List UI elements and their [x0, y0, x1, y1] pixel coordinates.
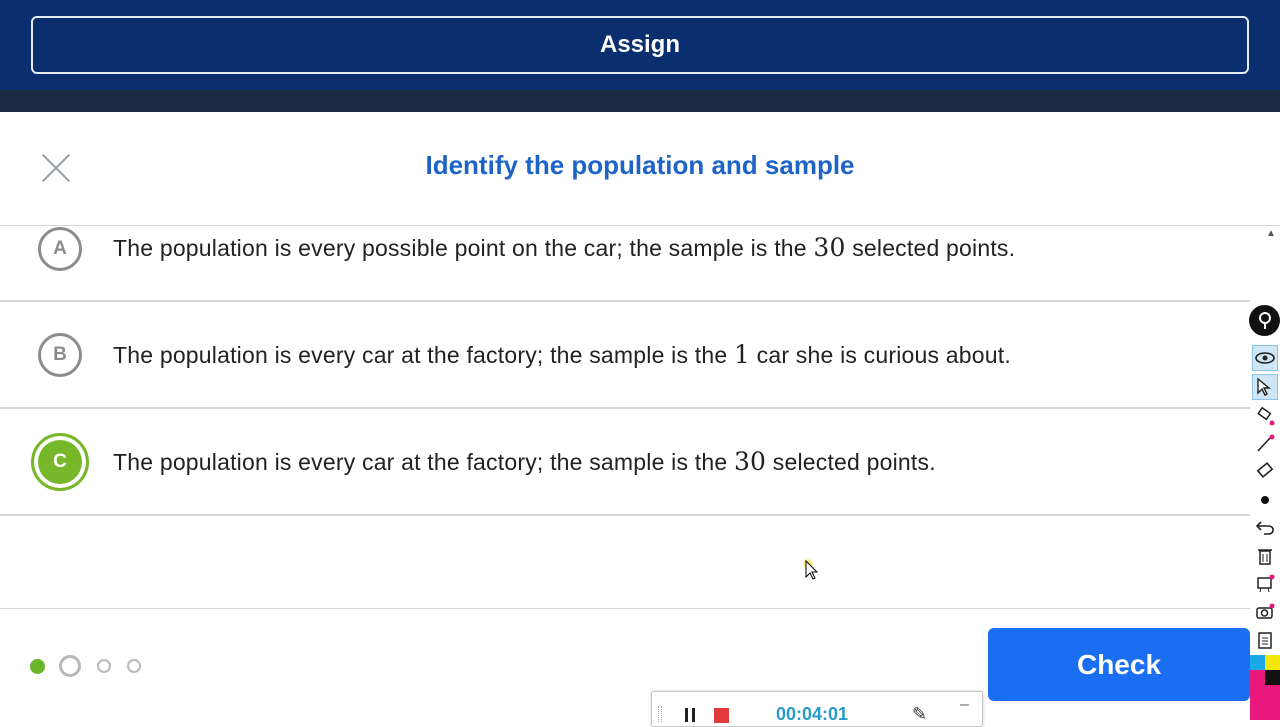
color-swatch-magenta[interactable] — [1250, 670, 1265, 685]
progress-dot — [97, 659, 111, 673]
option-text-before: The population is every possible point o… — [113, 235, 807, 261]
option-number: 30 — [813, 233, 846, 262]
camera-icon[interactable] — [1252, 599, 1278, 625]
answer-option-a[interactable]: A The population is every possible point… — [0, 227, 1250, 302]
pointer-icon[interactable] — [1252, 374, 1278, 400]
option-number: 1 — [733, 340, 751, 369]
assign-button[interactable]: Assign — [31, 16, 1249, 74]
notes-icon[interactable] — [1252, 627, 1278, 653]
pen-icon[interactable] — [1252, 431, 1278, 457]
answer-option-b[interactable]: B The population is every car at the fac… — [0, 302, 1250, 409]
answer-options: A The population is every possible point… — [0, 227, 1250, 516]
option-text-after: selected points. — [772, 449, 936, 475]
modal-title: Identify the population and sample — [425, 150, 855, 180]
pin-icon[interactable] — [1249, 305, 1280, 336]
eye-icon[interactable] — [1252, 345, 1278, 371]
progress-dot — [59, 655, 81, 677]
pen-icon[interactable]: ✎ — [912, 704, 927, 725]
option-letter-b[interactable]: B — [38, 332, 82, 377]
modal-header: Identify the population and sample — [0, 112, 1280, 226]
option-text-after: car she is curious about. — [756, 342, 1011, 368]
option-text-a: The population is every possible point o… — [113, 233, 1015, 262]
whiteboard-icon[interactable] — [1252, 571, 1278, 597]
option-text-b: The population is every car at the facto… — [113, 340, 1011, 369]
option-letter-a[interactable]: A — [38, 227, 82, 271]
option-text-c: The population is every car at the facto… — [113, 447, 936, 476]
color-swatch-pink[interactable] — [1250, 685, 1280, 720]
option-text-after: selected points. — [852, 235, 1016, 261]
scroll-up-arrow-icon[interactable]: ▲ — [1266, 228, 1276, 239]
check-button[interactable]: Check — [988, 628, 1250, 701]
eraser-icon[interactable] — [1252, 458, 1278, 484]
answer-option-c[interactable]: C The population is every car at the fac… — [0, 409, 1250, 516]
divider-strip — [0, 90, 1280, 112]
option-number: 30 — [733, 447, 767, 476]
mouse-cursor-icon — [803, 559, 819, 580]
option-letter-c-selected[interactable]: C — [31, 432, 89, 491]
screen-recorder-widget: 00:04:01 ✎ – — [651, 691, 983, 727]
top-bar: Assign — [0, 0, 1280, 90]
color-swatch-yellow[interactable] — [1265, 655, 1280, 670]
color-swatch-black[interactable] — [1265, 670, 1280, 685]
minimize-icon[interactable]: – — [960, 696, 969, 714]
progress-dot — [127, 659, 141, 673]
undo-icon[interactable] — [1252, 514, 1278, 540]
stop-icon[interactable] — [714, 708, 729, 723]
option-text-before: The population is every car at the facto… — [113, 342, 728, 368]
option-text-before: The population is every car at the facto… — [113, 449, 728, 475]
color-swatch-cyan[interactable] — [1250, 655, 1265, 670]
dot-icon[interactable] — [1252, 487, 1278, 513]
trash-icon[interactable] — [1252, 543, 1278, 569]
progress-dots — [30, 655, 155, 677]
content-blank-area — [0, 517, 1250, 609]
highlighter-icon[interactable] — [1252, 403, 1278, 429]
recording-timer: 00:04:01 — [776, 704, 849, 724]
color-palette[interactable] — [1250, 655, 1280, 720]
progress-dot-current — [30, 658, 45, 674]
